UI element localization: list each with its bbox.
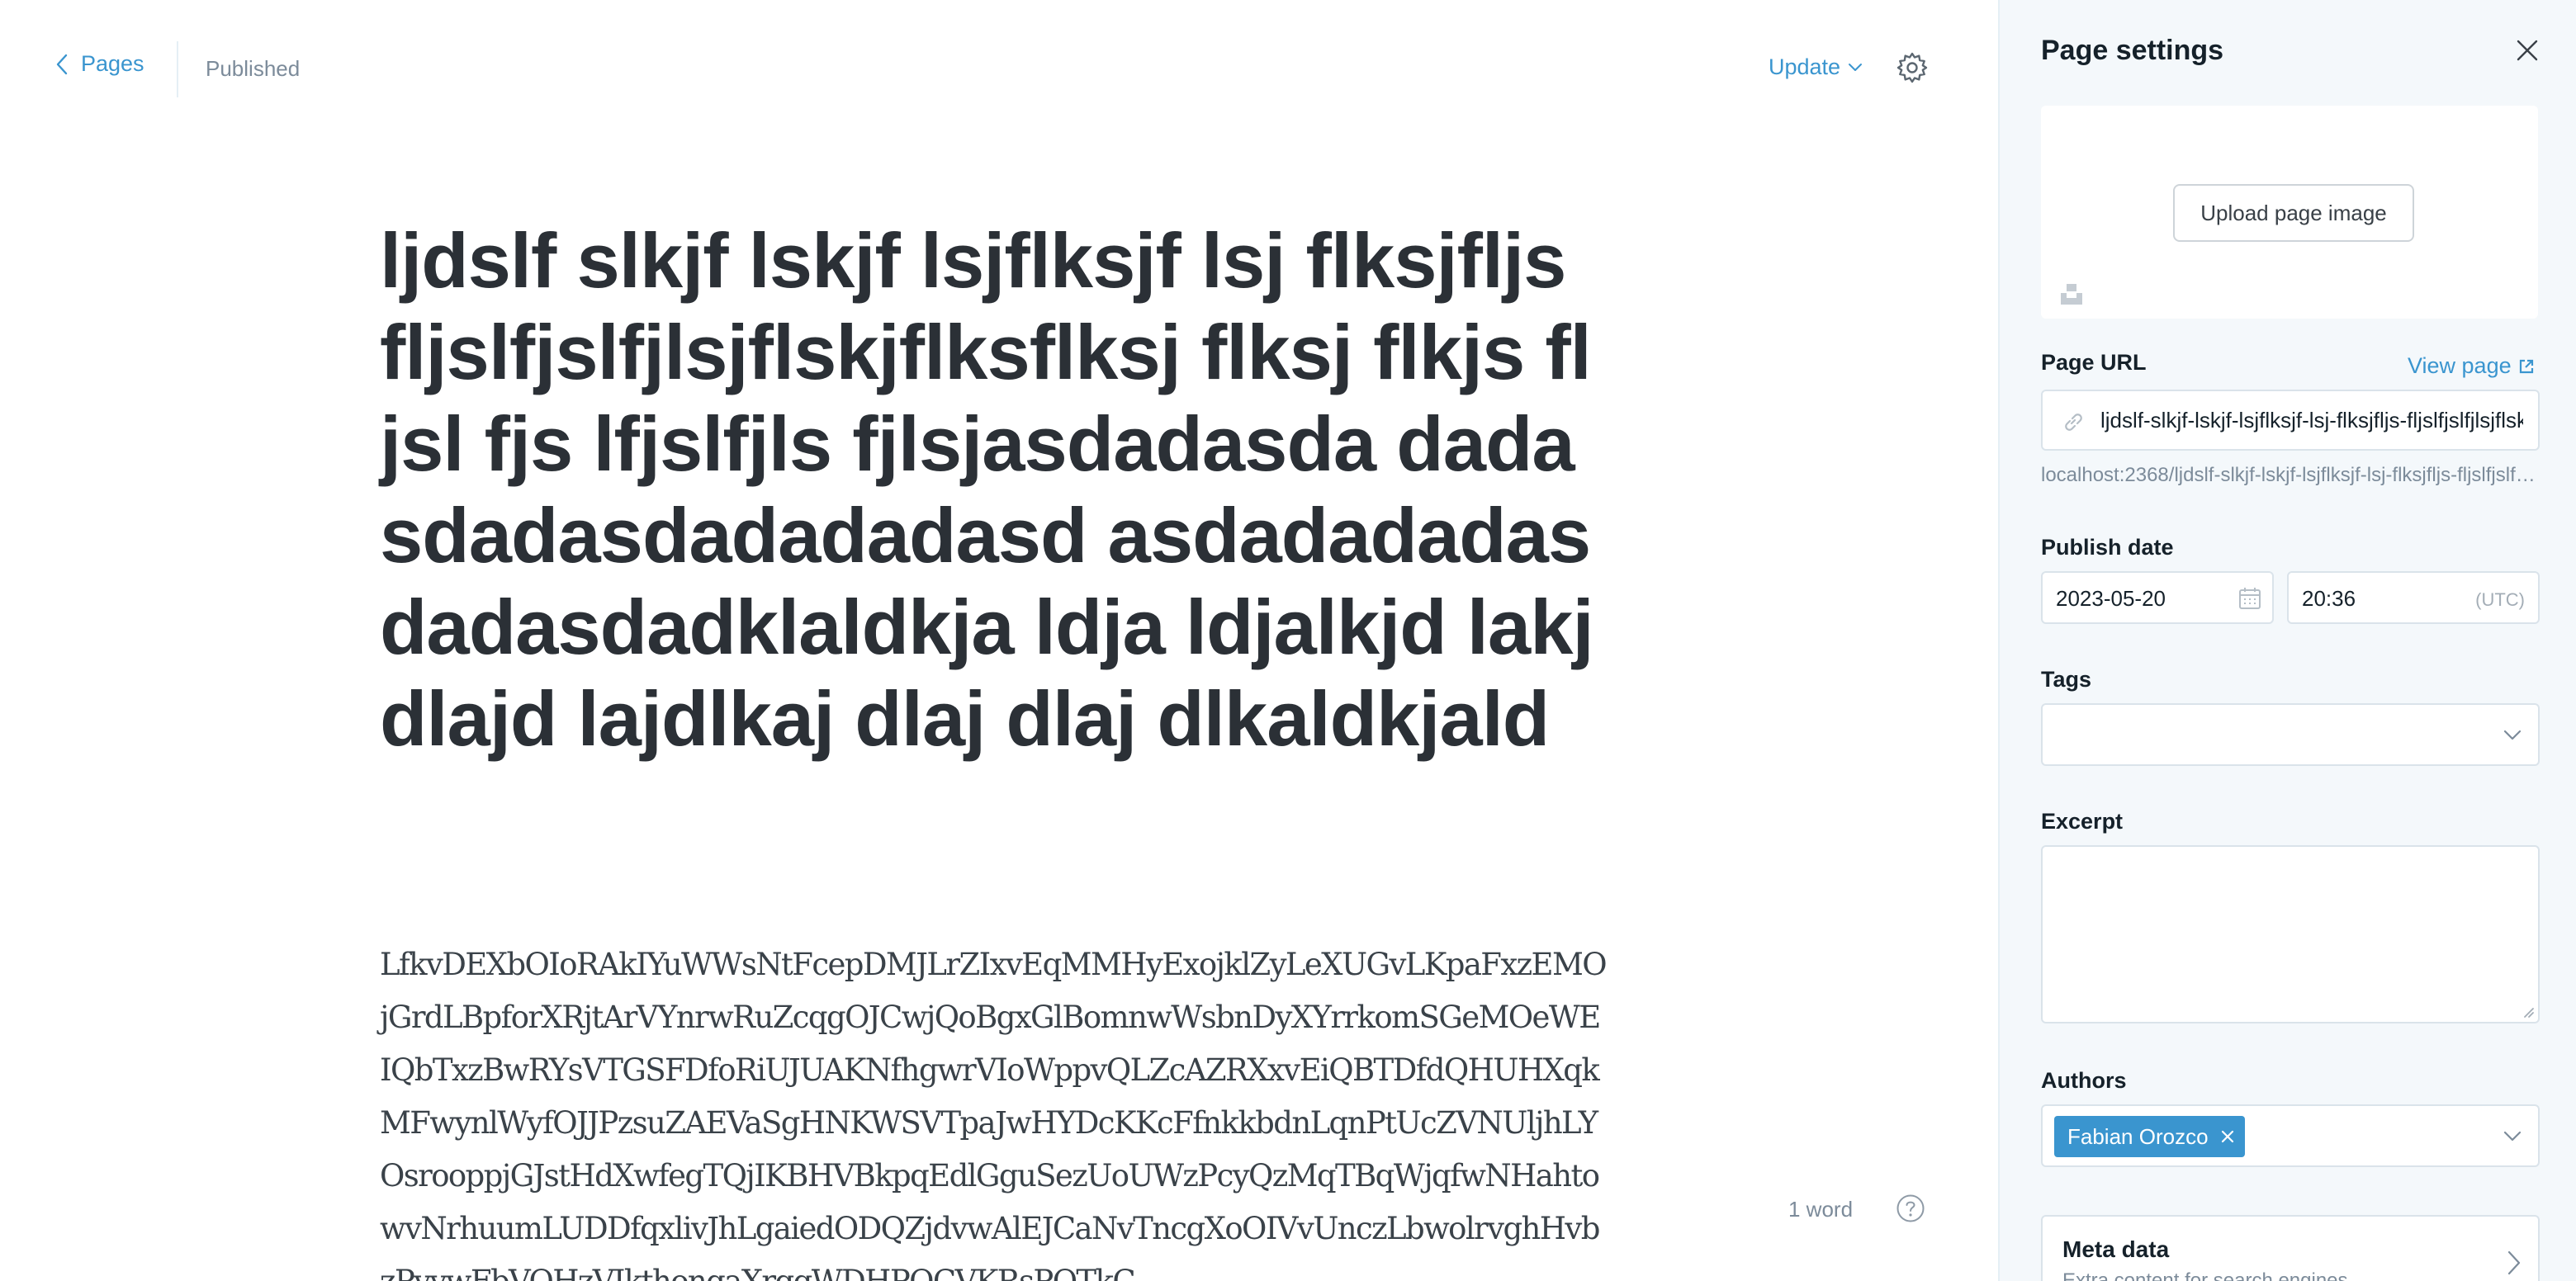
- back-to-pages-link[interactable]: Pages: [53, 51, 144, 77]
- calendar-icon[interactable]: [2237, 586, 2262, 611]
- unsplash-icon[interactable]: [2059, 282, 2084, 305]
- publish-time-value: 20:36: [2302, 586, 2356, 611]
- excerpt-label: Excerpt: [2041, 809, 2124, 834]
- authors-select[interactable]: Fabian Orozco: [2041, 1104, 2540, 1167]
- author-chip[interactable]: Fabian Orozco: [2054, 1116, 2245, 1157]
- update-button[interactable]: Update: [1769, 54, 1863, 80]
- close-icon[interactable]: [2220, 1129, 2235, 1144]
- view-page-link[interactable]: View page: [2408, 353, 2535, 379]
- publish-date-input[interactable]: 2023-05-20: [2041, 571, 2274, 624]
- page-image-area: Upload page image: [2041, 106, 2538, 319]
- page-body[interactable]: LfkvDEXbOIoRAkIYuWWsNtFcepDMJLrZIxvEqMMH…: [380, 938, 1610, 1281]
- header-divider: [177, 41, 178, 97]
- page-url-input[interactable]: ljdslf-slkjf-lskjf-lsjflksjf-lsj-flksjfl…: [2041, 390, 2540, 451]
- chevron-down-icon: [2503, 1131, 2522, 1142]
- meta-data-subtitle: Extra content for search engines: [2062, 1269, 2348, 1281]
- close-icon[interactable]: [2515, 38, 2540, 63]
- meta-data-card[interactable]: Meta data Extra content for search engin…: [2041, 1215, 2540, 1281]
- link-icon: [2065, 414, 2082, 431]
- chevron-down-icon: [1849, 63, 1863, 71]
- tags-select[interactable]: [2041, 703, 2540, 766]
- tags-label: Tags: [2041, 667, 2092, 692]
- editor-header: Pages Published Update: [0, 0, 1998, 139]
- author-name: Fabian Orozco: [2067, 1123, 2209, 1149]
- publish-date-value: 2023-05-20: [2056, 586, 2166, 611]
- page-url-preview: localhost:2368/ljdslf-slkjf-lskjf-lsjflk…: [2041, 464, 2536, 486]
- meta-data-title: Meta data: [2062, 1236, 2170, 1262]
- authors-label: Authors: [2041, 1068, 2127, 1093]
- upload-page-image-button[interactable]: Upload page image: [2173, 184, 2414, 242]
- publish-date-label: Publish date: [2041, 535, 2174, 560]
- back-label: Pages: [81, 51, 144, 76]
- panel-title: Page settings: [2041, 35, 2224, 66]
- question-circle-icon[interactable]: [1896, 1194, 1925, 1223]
- gear-icon[interactable]: [1896, 51, 1929, 84]
- external-link-icon: [2519, 359, 2533, 373]
- page-settings-panel: Page settings Upload page image Page URL…: [1998, 0, 2576, 1281]
- view-page-label: View page: [2408, 353, 2512, 378]
- chevron-down-icon: [2503, 730, 2522, 740]
- word-count: 1 word: [1788, 1197, 1854, 1222]
- publish-status: Published: [206, 56, 301, 81]
- publish-time-input[interactable]: 20:36 (UTC): [2287, 571, 2540, 624]
- page-title[interactable]: ljdslf slkjf lskjf lsjflksjf lsj flksjfl…: [380, 215, 1602, 764]
- resize-handle-icon[interactable]: [2520, 1004, 2535, 1019]
- excerpt-textarea[interactable]: [2041, 845, 2540, 1023]
- chevron-left-icon: [56, 54, 68, 74]
- page-url-label: Page URL: [2041, 350, 2147, 375]
- update-label: Update: [1769, 54, 1841, 79]
- chevron-right-icon: [2507, 1250, 2521, 1275]
- timezone-label: (UTC): [2475, 589, 2525, 610]
- editor-area: Pages Published Update ljdslf slkjf lskj…: [0, 0, 1998, 1281]
- page-url-value: ljdslf-slkjf-lskjf-lsjflksjf-lsj-flksjfl…: [2100, 408, 2523, 433]
